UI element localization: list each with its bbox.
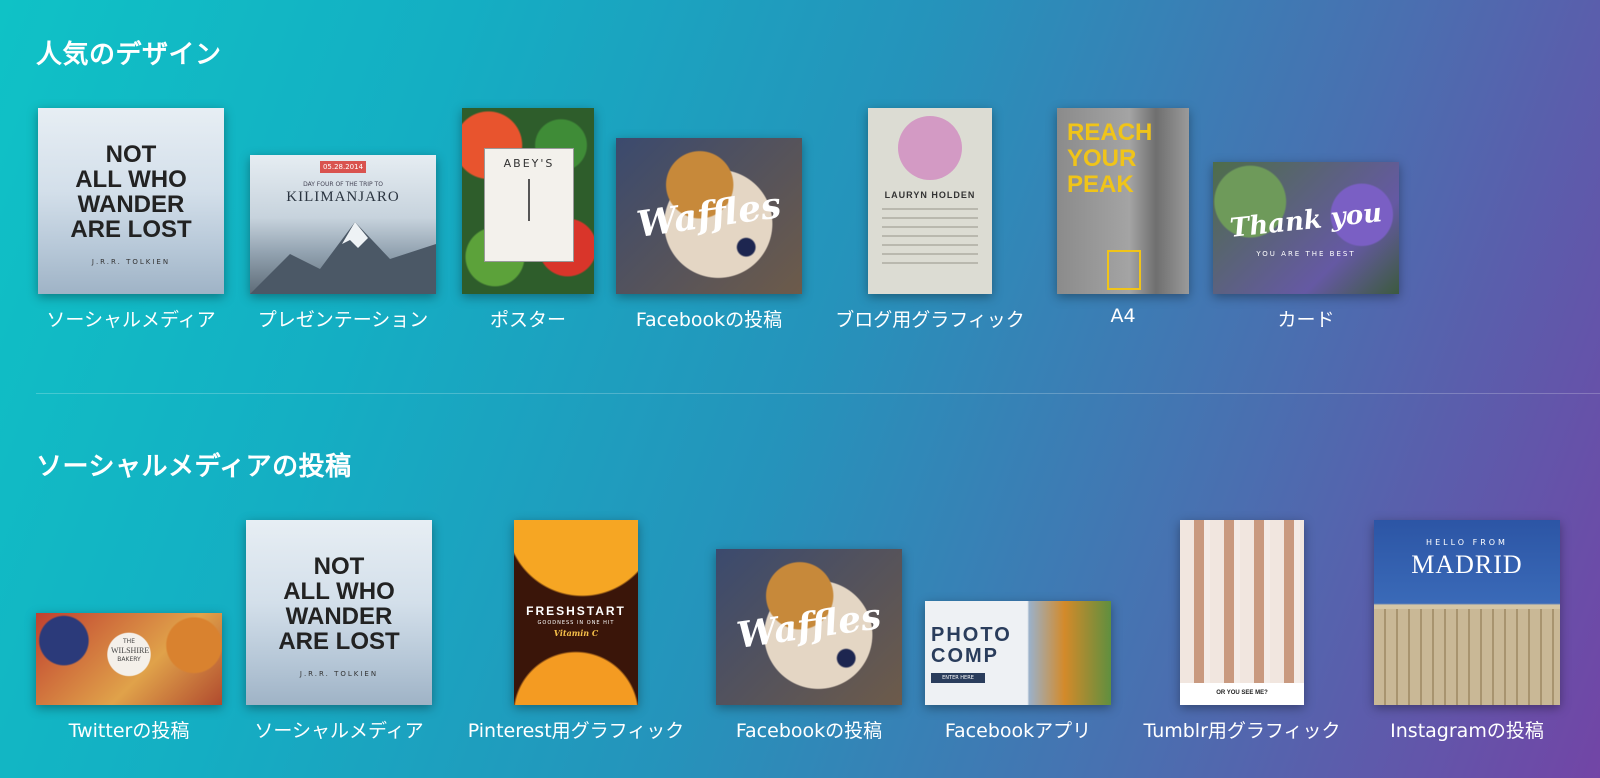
thumbnail-image[interactable]: THE WILSHIRE BAKERY bbox=[36, 613, 222, 705]
design-type-label[interactable]: Tumblr用グラフィック bbox=[1143, 716, 1340, 743]
design-type-label[interactable]: Facebookの投稿 bbox=[736, 716, 882, 743]
thumb-text: ARE LOST bbox=[278, 628, 400, 655]
thumbnail-image[interactable]: ABEY'S bbox=[462, 108, 594, 294]
thumb-text: Waffles bbox=[734, 595, 884, 657]
thumb-text: Thank you bbox=[1228, 198, 1384, 244]
thumb-text: Waffles bbox=[634, 184, 784, 246]
thumb-text: WANDER bbox=[285, 603, 393, 630]
thumbnail-image[interactable]: NOT ALL WHO WANDER ARE LOST J.R.R. TOLKI… bbox=[38, 108, 224, 294]
thumbnail-image[interactable]: NOT ALL WHO WANDER ARE LOST J.R.R. TOLKI… bbox=[246, 520, 432, 705]
mountain-illustration bbox=[250, 222, 436, 294]
design-type-label[interactable]: ブログ用グラフィック bbox=[835, 305, 1025, 332]
thumbnail-image[interactable]: LAURYN HOLDEN bbox=[868, 108, 992, 294]
thumb-text: PEAK bbox=[1067, 171, 1134, 198]
thumbnail-image[interactable]: HELLO FROM MADRID bbox=[1374, 520, 1560, 705]
design-type-label[interactable]: Twitterの投稿 bbox=[69, 716, 190, 743]
thumb-text: YOU ARE THE BEST bbox=[1256, 250, 1356, 258]
thumb-text: WILSHIRE bbox=[111, 646, 150, 655]
thumbnail-image[interactable]: Waffles bbox=[716, 549, 902, 705]
thumb-text: ALL WHO bbox=[283, 578, 395, 605]
design-type-label[interactable]: Facebookアプリ bbox=[945, 716, 1091, 743]
thumb-text: HELLO FROM bbox=[1426, 538, 1508, 547]
thumb-text: J.R.R. TOLKIEN bbox=[299, 670, 379, 678]
design-type-label[interactable]: Pinterest用グラフィック bbox=[468, 716, 685, 743]
thumb-text: WANDER bbox=[77, 191, 185, 218]
thumb-text: LAURYN HOLDEN bbox=[884, 190, 976, 200]
thumb-text: GOODNESS IN ONE HIT bbox=[537, 620, 615, 626]
thumb-text: NOT bbox=[105, 141, 157, 168]
thumbnail-image[interactable]: OR YOU SEE ME? bbox=[1180, 520, 1304, 705]
thumb-text: BAKERY bbox=[117, 656, 141, 663]
design-type-label[interactable]: Facebookの投稿 bbox=[636, 305, 782, 332]
thumb-text: ABEY'S bbox=[503, 157, 555, 170]
design-type-label[interactable]: A4 bbox=[1110, 305, 1135, 327]
thumb-text: PHOTO bbox=[931, 624, 1012, 646]
avatar bbox=[898, 116, 962, 180]
thumb-text: Vitamin C bbox=[553, 628, 599, 638]
thumb-text: THE bbox=[123, 638, 135, 645]
thumb-text: REACH bbox=[1067, 119, 1153, 146]
poster-line bbox=[528, 179, 530, 221]
thumbnail-image[interactable]: 05.28.2014 DAY FOUR OF THE TRIP TO KILIM… bbox=[250, 155, 436, 294]
design-type-label[interactable]: Instagramの投稿 bbox=[1390, 716, 1544, 743]
thumb-text: NOT bbox=[313, 553, 365, 580]
thumb-date-badge: 05.28.2014 bbox=[320, 161, 366, 173]
logo-box bbox=[1107, 250, 1141, 290]
design-type-label[interactable]: ソーシャルメディア bbox=[46, 305, 215, 332]
thumb-text: DAY FOUR OF THE TRIP TO bbox=[303, 181, 383, 188]
thumb-text: YOUR bbox=[1067, 145, 1137, 172]
thumbnail-image[interactable]: FRESHSTART GOODNESS IN ONE HIT Vitamin C bbox=[514, 520, 638, 705]
thumbnail-image[interactable]: Thank you YOU ARE THE BEST bbox=[1213, 162, 1399, 294]
text-lines bbox=[882, 208, 978, 268]
building-illustration bbox=[1374, 609, 1560, 705]
thumb-text: ARE LOST bbox=[70, 216, 192, 243]
design-type-label[interactable]: プレゼンテーション bbox=[258, 305, 429, 332]
thumb-text: ALL WHO bbox=[75, 166, 187, 193]
section-title-social-media-posts: ソーシャルメディアの投稿 bbox=[36, 452, 352, 482]
thumb-text: OR YOU SEE ME? bbox=[1216, 690, 1268, 696]
thumb-text: COMP bbox=[931, 645, 999, 667]
section-title-popular: 人気のデザイン bbox=[36, 40, 222, 70]
thumbnail-image[interactable]: Waffles bbox=[616, 138, 802, 294]
design-type-label[interactable]: ソーシャルメディア bbox=[254, 716, 423, 743]
section-divider bbox=[36, 393, 1600, 394]
design-type-label[interactable]: カード bbox=[1277, 305, 1334, 332]
design-type-label[interactable]: ポスター bbox=[490, 305, 566, 332]
thumb-text: MADRID bbox=[1411, 550, 1523, 579]
thumb-text: J.R.R. TOLKIEN bbox=[91, 258, 171, 266]
enter-badge: ENTER HERE bbox=[931, 673, 985, 683]
thumbnail-image[interactable]: REACH YOUR PEAK bbox=[1057, 108, 1189, 294]
thumbnail-image[interactable]: PHOTO COMP ENTER HERE bbox=[925, 601, 1111, 705]
thumb-text: FRESHSTART bbox=[526, 604, 626, 618]
poster-card: ABEY'S bbox=[484, 148, 574, 262]
thumb-text: KILIMANJARO bbox=[286, 189, 400, 205]
